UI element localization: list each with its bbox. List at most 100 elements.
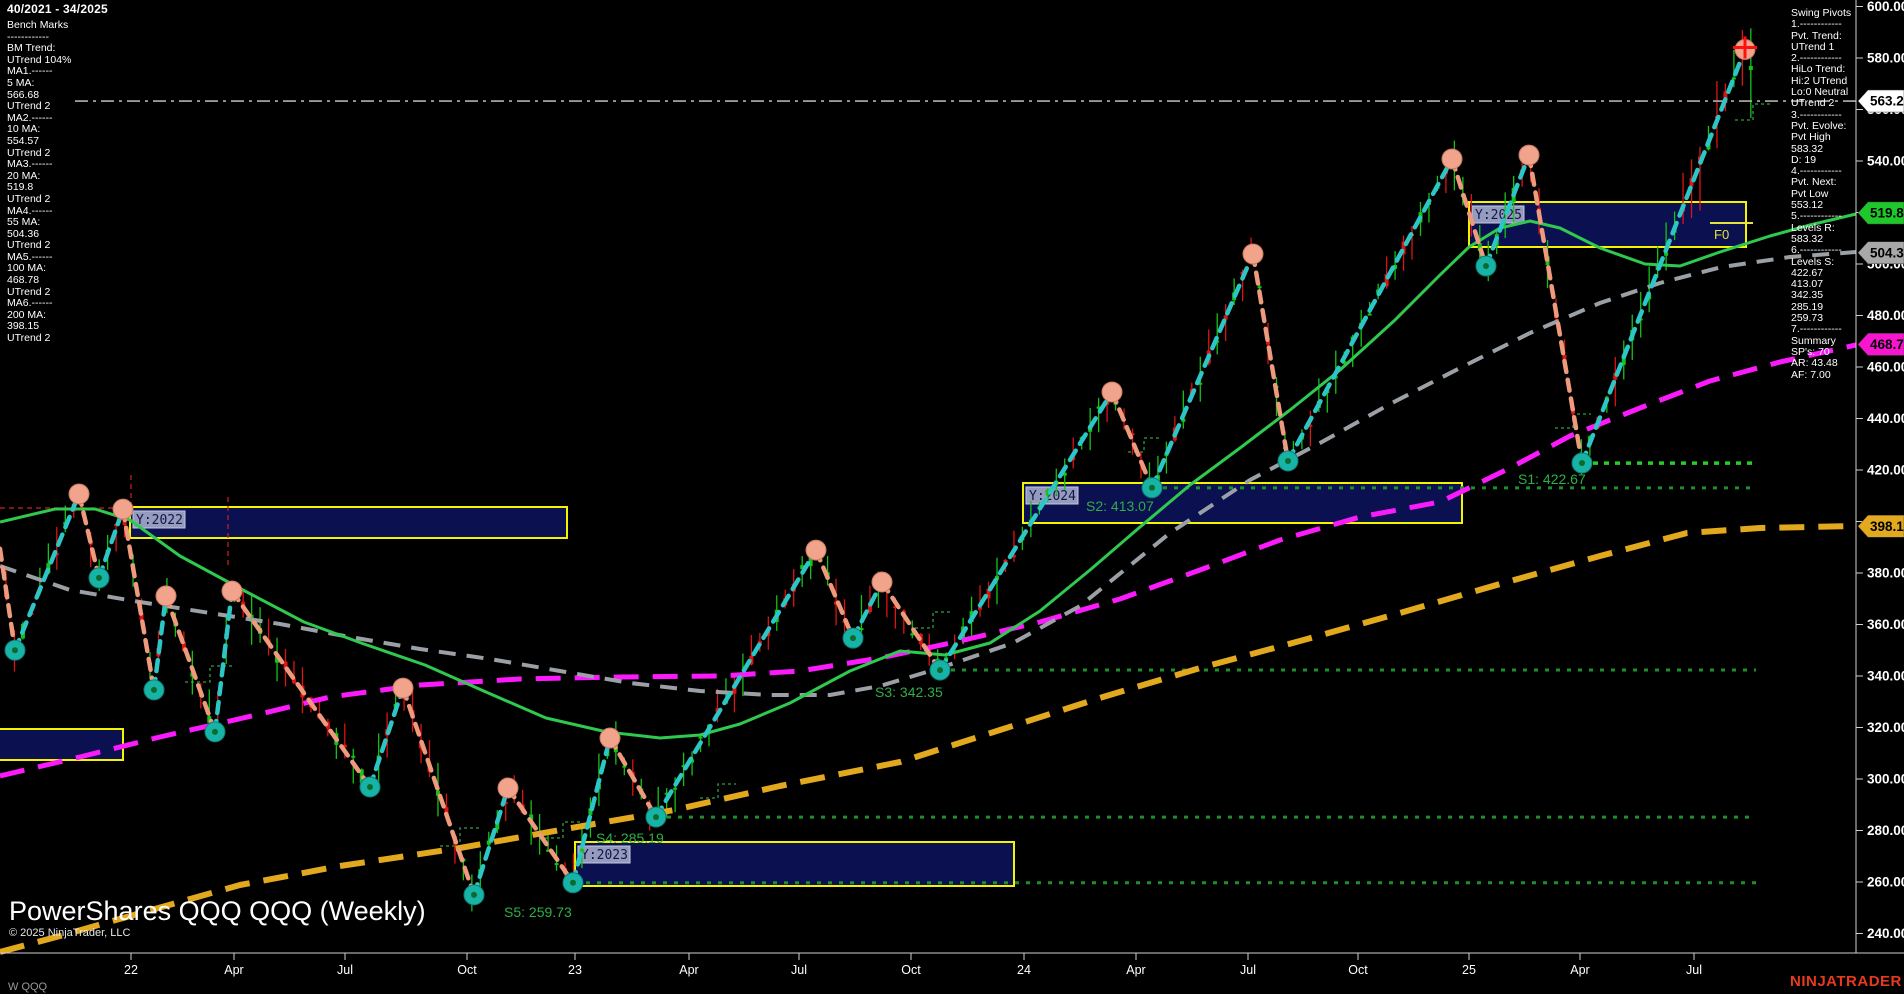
year-range-boxes: Y:2022Y:2023Y:2024Y:2025 — [0, 202, 1746, 886]
pivot-high-marker — [1519, 145, 1539, 165]
price-tick-label: 320.00 — [1867, 720, 1904, 735]
time-tick-label: 25 — [1462, 963, 1476, 977]
pivot-low-dot — [212, 729, 218, 735]
ma-line-100-ma — [0, 345, 1856, 776]
chart-title: PowerShares QQQ QQQ (Weekly) — [9, 896, 426, 927]
ma-line-200-ma — [0, 526, 1856, 952]
zigzag-upswing — [99, 509, 123, 578]
time-tick-label: Jul — [1686, 963, 1702, 977]
pivot-high-marker — [1442, 149, 1462, 169]
candle-body — [1368, 314, 1372, 316]
pivot-low-dot — [1483, 263, 1489, 269]
price-marker-label: 504.36 — [1870, 245, 1904, 260]
pivot-high-marker — [872, 572, 892, 592]
time-tick-label: Apr — [1570, 963, 1589, 977]
support-label-s1: S1: 422.67 — [1518, 471, 1586, 487]
pivot-low-dot — [151, 687, 157, 693]
support-label-s2: S2: 413.07 — [1086, 498, 1154, 514]
support-label-s5: S5: 259.73 — [504, 904, 572, 920]
zigzag-upswing — [154, 596, 166, 690]
time-tick-label: Apr — [224, 963, 243, 977]
candle-body — [555, 863, 559, 865]
candle-body — [1732, 77, 1736, 79]
pivot-low-dot — [96, 575, 102, 581]
price-tick-label: 380.00 — [1867, 566, 1904, 581]
pivot-low-dot — [471, 892, 477, 898]
zigzag-upswing — [656, 550, 816, 817]
chart-canvas[interactable]: Y:2022Y:2023Y:2024Y:2025S1: 422.67S2: 41… — [0, 0, 1904, 994]
price-tick-label: 420.00 — [1867, 463, 1904, 478]
ninjatrader-chart-window: Y:2022Y:2023Y:2024Y:2025S1: 422.67S2: 41… — [0, 0, 1904, 994]
time-tick-label: Apr — [679, 963, 698, 977]
time-tick-label: Jul — [791, 963, 807, 977]
price-axis[interactable]: 240.00 260.00 280.00 300.00 320.00 340.00 360.… — [1856, 0, 1904, 953]
price-tick-label: 440.00 — [1867, 411, 1904, 426]
pivot-low-dot — [1285, 458, 1291, 464]
pivot-high-marker — [806, 540, 826, 560]
pivot-high-marker — [156, 586, 176, 606]
pivot-high-marker — [1102, 382, 1122, 402]
year-box-label: Y:2023 — [581, 848, 628, 863]
ninjatrader-logo: NINJATRADER — [1790, 973, 1902, 990]
time-tick-label: 23 — [568, 963, 582, 977]
time-tick-label: Jul — [1240, 963, 1256, 977]
candles — [4, 28, 1753, 911]
support-label-s4: S4: 285.19 — [596, 830, 664, 846]
trail-step-mark — [1735, 104, 1771, 120]
price-tick-label: 240.00 — [1867, 926, 1904, 941]
time-axis[interactable]: 22AprJulOct23AprJulOct24AprJulOct25AprJu… — [0, 953, 1904, 977]
pivot-low-dot — [12, 647, 18, 653]
year-box-label: Y:2025 — [1475, 208, 1522, 223]
price-marker-label: 563.28 — [1870, 94, 1904, 109]
zigzag-downswing — [1253, 254, 1288, 461]
price-tick-label: 260.00 — [1867, 875, 1904, 890]
candle-body — [1258, 286, 1262, 288]
price-tick-label: 460.00 — [1867, 360, 1904, 375]
pivot-high-marker — [1243, 244, 1263, 264]
candle-body — [673, 788, 677, 790]
pivot-low-dot — [1579, 460, 1585, 466]
pivot-high-marker — [498, 778, 518, 798]
pivot-high-marker — [69, 484, 89, 504]
price-tick-label: 540.00 — [1867, 154, 1904, 169]
price-tick-label: 300.00 — [1867, 772, 1904, 787]
time-tick-label: Jul — [337, 963, 353, 977]
candle-body — [1749, 66, 1753, 70]
price-tick-label: 340.00 — [1867, 669, 1904, 684]
year-box — [575, 842, 1014, 886]
swing-zigzag — [0, 37, 1757, 905]
pivot-low-dot — [653, 814, 659, 820]
time-tick-label: 24 — [1017, 963, 1031, 977]
zigzag-upswing — [215, 591, 232, 732]
zigzag-downswing — [0, 549, 15, 650]
pivot-low-dot — [367, 784, 373, 790]
year-box-label: Y:2022 — [136, 513, 183, 528]
pivot-high-marker — [393, 678, 413, 698]
trail-step-mark — [915, 612, 951, 628]
time-tick-label: Oct — [457, 963, 477, 977]
time-tick-label: 22 — [124, 963, 138, 977]
pivot-low-dot — [1149, 485, 1155, 491]
price-tick-label: 480.00 — [1867, 308, 1904, 323]
zigzag-upswing — [940, 392, 1112, 670]
pivot-low-dot — [570, 880, 576, 886]
zigzag-downswing — [166, 596, 215, 732]
f0-label: F0 — [1714, 227, 1729, 242]
price-marker-label: 398.15 — [1870, 519, 1904, 534]
pivot-high-marker — [222, 581, 242, 601]
time-tick-label: Oct — [1348, 963, 1368, 977]
price-marker-label: 468.78 — [1870, 337, 1904, 352]
pivot-low-dot — [850, 635, 856, 641]
price-tick-label: 360.00 — [1867, 617, 1904, 632]
candle-body — [699, 737, 703, 739]
price-tick-label: 580.00 — [1867, 51, 1904, 66]
candle-body — [351, 756, 355, 758]
price-tick-label: 600.00 — [1867, 0, 1904, 14]
zigzag-upswing — [1152, 254, 1253, 488]
pivot-high-marker — [600, 728, 620, 748]
zigzag-downswing — [79, 494, 99, 578]
year-box — [0, 729, 123, 760]
price-tick-label: 280.00 — [1867, 823, 1904, 838]
copyright-label: © 2025 NinjaTrader, LLC — [9, 927, 130, 939]
pivot-high-marker — [113, 499, 133, 519]
